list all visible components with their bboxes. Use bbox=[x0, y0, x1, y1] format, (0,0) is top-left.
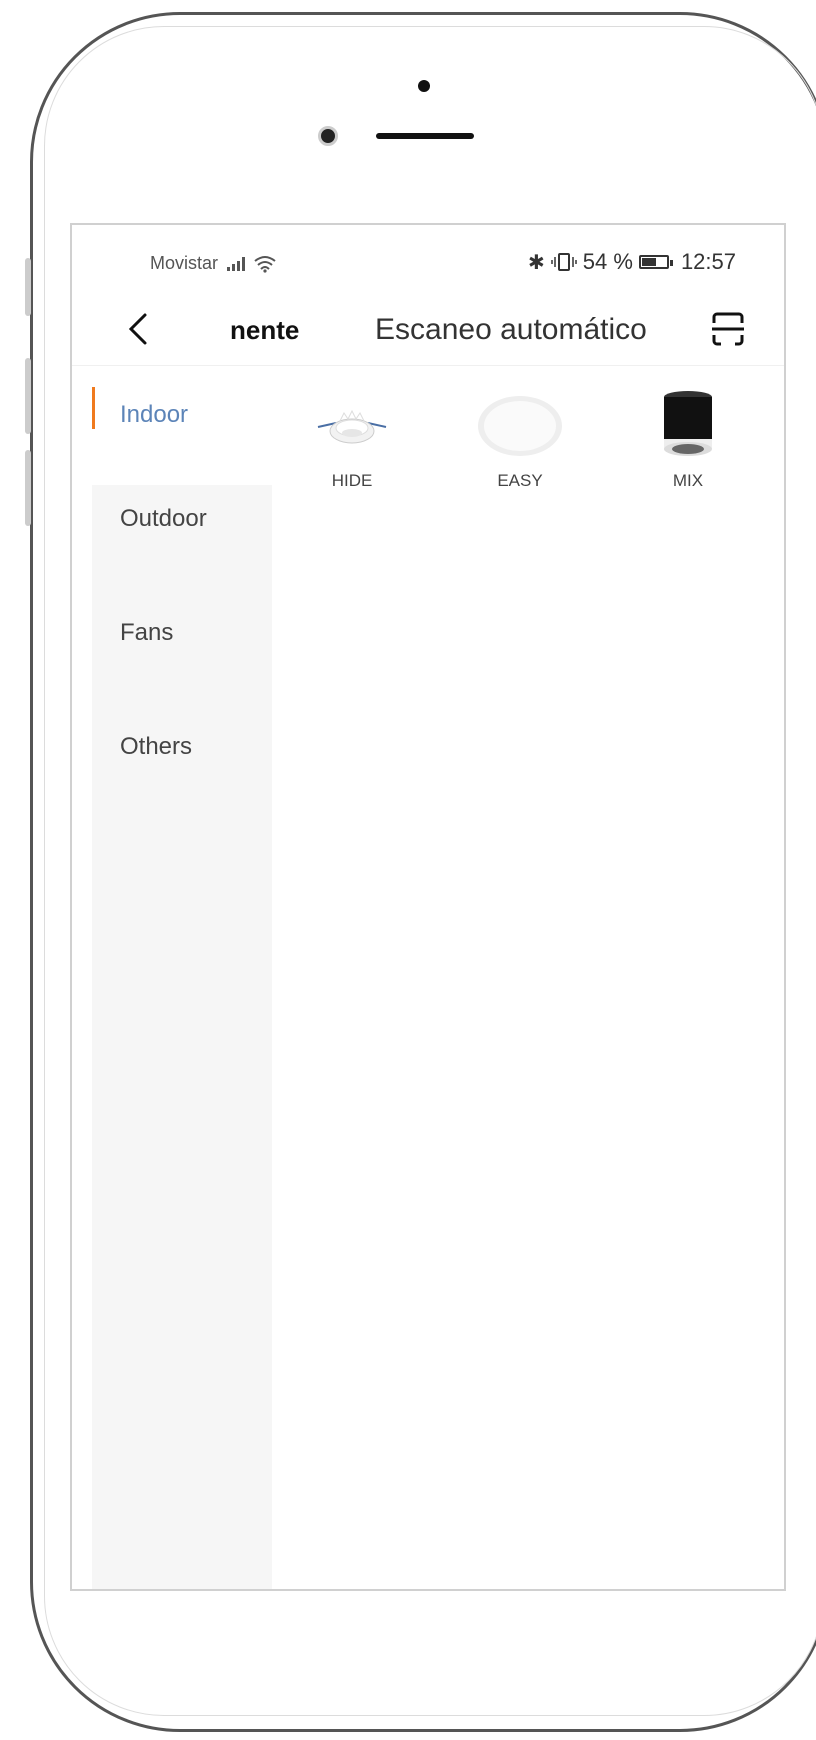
sidebar-item-label: Indoor bbox=[120, 401, 189, 428]
scan-button[interactable] bbox=[708, 309, 748, 349]
bluetooth-icon: ✱ bbox=[528, 251, 545, 274]
wifi-icon bbox=[254, 255, 276, 273]
category-sidebar: Indoor Outdoor Fans Others bbox=[92, 375, 272, 1589]
status-bar: Movistar ✱ 54 % 12:57 bbox=[72, 225, 784, 274]
vibrate-icon bbox=[551, 253, 577, 271]
product-name: EASY bbox=[497, 471, 543, 490]
volume-up-button bbox=[25, 358, 31, 434]
product-grid: HIDE EASY MIX bbox=[272, 375, 784, 535]
sidebar-item-others[interactable]: Others bbox=[92, 707, 272, 817]
earpiece-speaker bbox=[376, 133, 474, 139]
volume-down-button bbox=[25, 450, 31, 526]
sidebar-item-fans[interactable]: Fans bbox=[92, 593, 272, 703]
tab-auto-scan[interactable]: Escaneo automático bbox=[375, 313, 647, 347]
active-indicator bbox=[92, 387, 95, 429]
status-left: Movistar bbox=[150, 253, 276, 274]
side-button bbox=[25, 258, 31, 316]
round-panel-light-icon bbox=[450, 385, 590, 465]
status-right: ✱ 54 % 12:57 bbox=[528, 249, 736, 275]
battery-percent: 54 % bbox=[582, 249, 633, 274]
carrier-label: Movistar bbox=[150, 253, 219, 273]
chevron-left-icon bbox=[128, 313, 147, 345]
product-hide[interactable]: HIDE bbox=[282, 385, 422, 505]
tab-manual[interactable]: nente bbox=[230, 315, 299, 346]
clock: 12:57 bbox=[680, 249, 736, 274]
cylinder-spotlight-icon bbox=[618, 385, 758, 465]
battery-icon bbox=[638, 255, 673, 269]
app-screen: Movistar ✱ 54 % 12:57 nente Escaneo auto… bbox=[70, 223, 786, 1591]
product-name: HIDE bbox=[331, 471, 373, 490]
sidebar-item-label: Fans bbox=[120, 619, 174, 646]
product-mix[interactable]: MIX bbox=[618, 385, 758, 505]
nav-bar: nente Escaneo automático bbox=[72, 295, 784, 366]
back-button[interactable] bbox=[118, 309, 158, 349]
sidebar-item-outdoor[interactable]: Outdoor bbox=[92, 479, 272, 589]
scan-icon bbox=[712, 312, 744, 346]
signal-icon bbox=[227, 256, 246, 271]
product-easy[interactable]: EASY bbox=[450, 385, 590, 505]
sensor-dot bbox=[418, 80, 430, 92]
sidebar-item-label: Others bbox=[120, 733, 193, 760]
sidebar-item-label: Outdoor bbox=[120, 505, 207, 532]
product-name: MIX bbox=[672, 471, 704, 490]
sidebar-item-indoor[interactable]: Indoor bbox=[92, 375, 272, 485]
recessed-downlight-icon bbox=[282, 385, 422, 465]
front-camera bbox=[318, 126, 338, 146]
